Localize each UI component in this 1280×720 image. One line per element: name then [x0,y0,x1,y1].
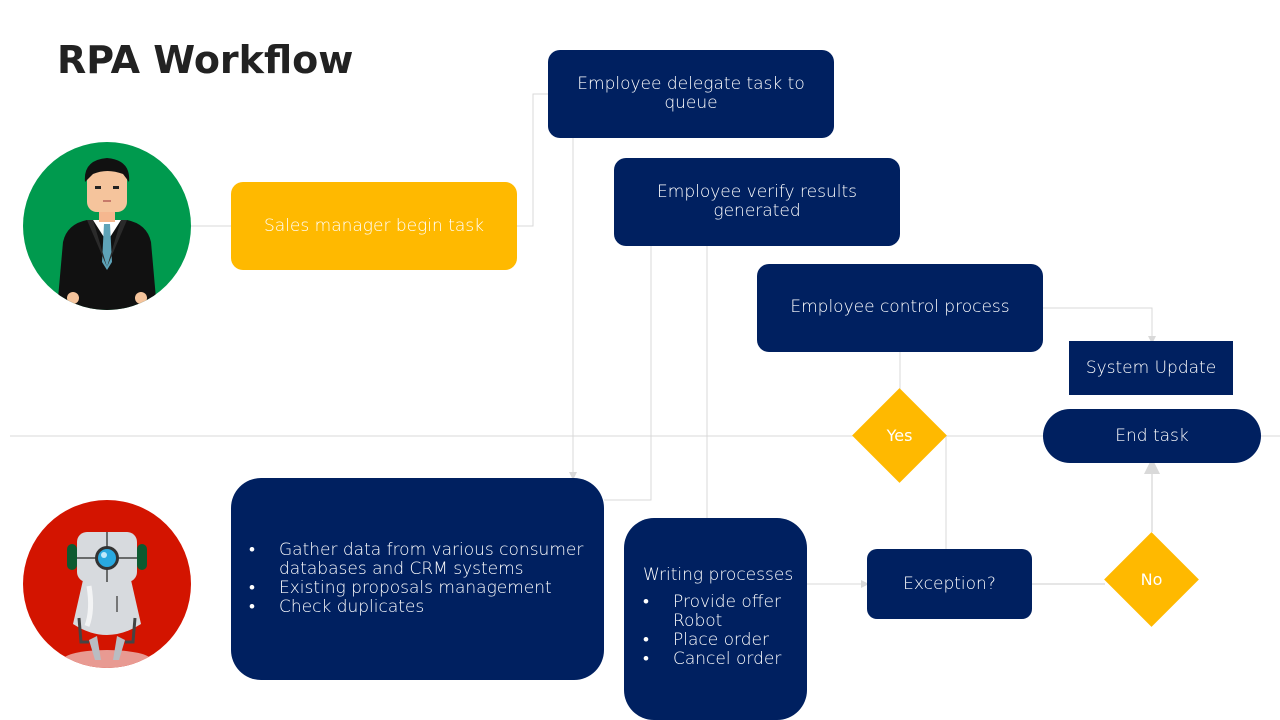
writing-process-item: Cancel order [643,650,797,670]
start-node-sales-manager[interactable]: Sales manager begin task [231,182,517,270]
writing-process-item: Provide offer Robot [643,593,797,631]
verify-results-label-line1: Employee verify results [657,182,857,202]
robot-avatar [23,500,191,668]
writing-processes-node[interactable]: Writing processes Provide offer Robot Pl… [624,518,807,720]
writing-processes-heading: Writing processes [643,565,794,585]
delegate-task-label-line1: Employee delegate task to [577,74,805,94]
system-update-node[interactable]: System Update [1069,341,1233,395]
delegate-task-label-line2: queue [664,93,718,113]
gather-data-item: Check duplicates [249,598,584,618]
connector-control-system [1043,307,1156,344]
end-task-node[interactable]: End task [1043,409,1261,463]
exception-node[interactable]: Exception? [867,549,1032,619]
verify-results-node[interactable]: Employee verify results generated [614,158,900,246]
robot-icon [63,532,151,668]
no-decision-label: No [1140,570,1163,589]
writing-process-item: Place order [643,631,797,651]
gather-data-item: Gather data from various consumer databa… [249,541,584,579]
start-node-label: Sales manager begin task [263,215,484,236]
sales-manager-avatar [23,142,191,310]
exception-label: Exception? [903,573,996,594]
gather-data-node[interactable]: Gather data from various consumer databa… [231,478,604,680]
verify-results-label-line2: generated [713,201,801,221]
control-process-label: Employee control process [790,297,1010,317]
yes-decision-label: Yes [886,426,913,445]
end-task-label: End task [1115,425,1189,446]
writing-processes-list: Provide offer Robot Place order Cancel o… [643,593,797,670]
gather-data-list: Gather data from various consumer databa… [249,541,584,618]
businessman-icon [57,158,157,310]
delegate-task-node[interactable]: Employee delegate task to queue [548,50,834,138]
connector-start-delegate [517,93,548,227]
connector-verify-gather [604,246,652,501]
control-process-node[interactable]: Employee control process [757,264,1043,352]
system-update-label: System Update [1085,357,1217,378]
gather-data-item: Existing proposals management [249,579,584,599]
